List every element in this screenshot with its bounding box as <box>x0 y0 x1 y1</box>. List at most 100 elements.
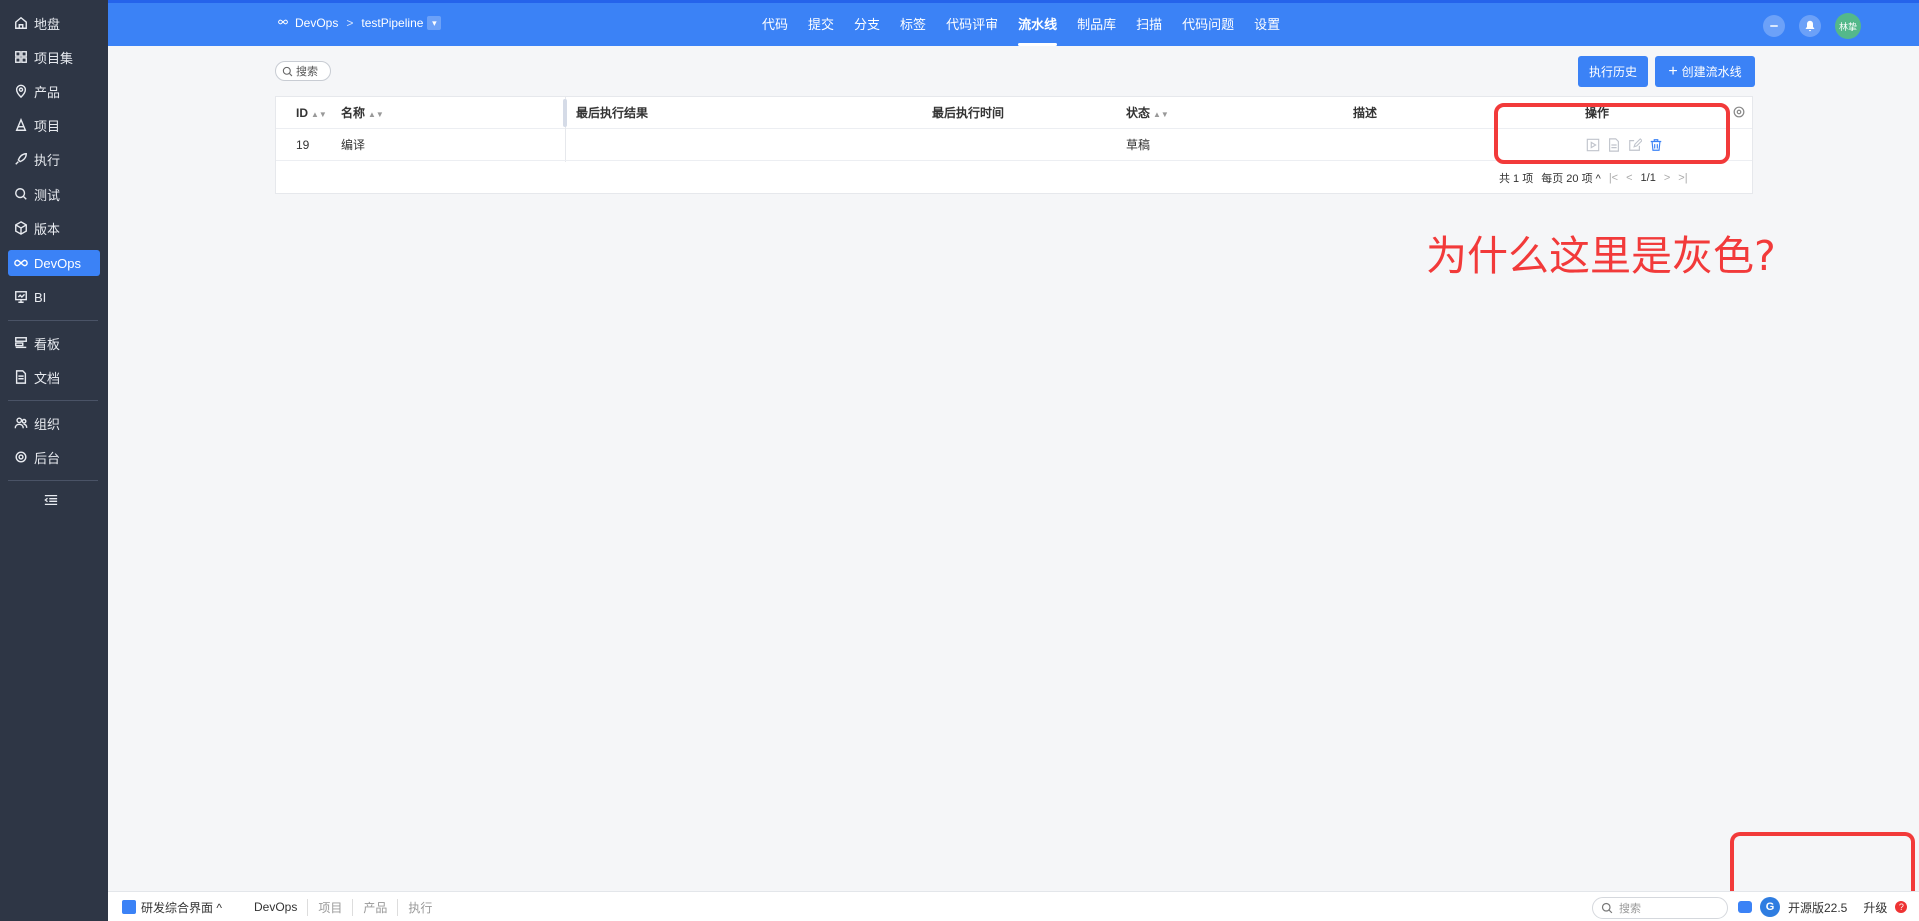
sidebar-collapse-icon[interactable] <box>44 494 62 508</box>
sidebar-item-home[interactable]: 地盘 <box>8 10 100 36</box>
sidebar-item-program[interactable]: 项目集 <box>8 44 100 70</box>
chevron-up-icon: ^ <box>216 900 222 915</box>
footer-breadcrumb: DevOps 项目 产品 执行 <box>244 898 442 916</box>
sidebar-item-org[interactable]: 组织 <box>8 410 100 436</box>
search-icon <box>282 66 293 76</box>
search-icon <box>1601 902 1613 914</box>
breadcrumb-repo[interactable]: testPipeline <box>361 16 423 30</box>
column-header-status[interactable]: 状态 ▲▼ <box>1126 97 1169 131</box>
infinity-icon <box>276 16 290 30</box>
sort-icon: ▲▼ <box>311 110 327 119</box>
sidebar-item-doc[interactable]: 文档 <box>8 364 100 390</box>
cube-icon <box>14 221 28 235</box>
create-pipeline-label: 创建流水线 <box>1681 65 1742 79</box>
sidebar-item-label: 测试 <box>34 187 61 203</box>
tab-pipeline[interactable]: 流水线 <box>1008 3 1067 46</box>
footer-left: 研发综合界面 ^ DevOps 项目 产品 执行 <box>122 892 442 921</box>
tab-commits[interactable]: 提交 <box>798 3 844 46</box>
sidebar-divider <box>8 400 98 401</box>
sidebar-item-kanban[interactable]: 看板 <box>8 330 100 356</box>
sidebar-item-label: 地盘 <box>34 16 61 32</box>
sidebar-divider <box>8 320 98 321</box>
upgrade-link[interactable]: 升级 <box>1863 899 1887 916</box>
gear-icon <box>14 450 28 464</box>
help-icon[interactable]: ? <box>1895 901 1908 913</box>
bell-icon[interactable] <box>1799 15 1821 37</box>
sidebar-item-label: 项目 <box>34 118 61 134</box>
sidebar-item-label: 看板 <box>34 336 61 352</box>
create-pipeline-button[interactable]: + 创建流水线 <box>1655 56 1755 87</box>
execution-history-button[interactable]: 执行历史 <box>1578 56 1648 87</box>
project-icon <box>14 117 28 132</box>
page-indicator: 1/1 <box>1640 172 1656 184</box>
module-tabs: 代码 提交 分支 标签 代码评审 流水线 制品库 扫描 代码问题 设置 <box>752 3 1290 46</box>
avatar[interactable]: 林挚 <box>1835 13 1861 39</box>
column-resize-handle[interactable] <box>563 99 567 127</box>
footer-app-switcher[interactable]: 研发综合界面 ^ <box>141 899 222 916</box>
home-icon <box>14 16 28 30</box>
infinity-icon <box>14 256 28 270</box>
pagination: 共 1 项 每页 20 项 ^ |< < 1/1 > >| <box>1499 163 1688 193</box>
sidebar: 地盘 项目集 产品 项目 执行 测试 版本 DevOps BI 看板 文档 组织… <box>0 0 108 921</box>
last-page-icon[interactable]: >| <box>1678 172 1687 184</box>
pagination-total: 共 1 项 <box>1499 173 1534 185</box>
footer-crumb-devops[interactable]: DevOps <box>244 900 307 914</box>
footer-crumb-project[interactable]: 项目 <box>307 898 352 916</box>
tab-settings[interactable]: 设置 <box>1244 3 1290 46</box>
column-header-id[interactable]: ID ▲▼ <box>296 97 327 131</box>
footer-crumb-execution[interactable]: 执行 <box>397 898 442 916</box>
sidebar-item-devops[interactable]: DevOps <box>8 250 100 276</box>
sidebar-item-label: 产品 <box>34 84 61 100</box>
column-header-last-result: 最后执行结果 <box>576 106 649 120</box>
breadcrumb-separator: > <box>346 16 354 30</box>
pagination-per-page[interactable]: 每页 20 项 ^ <box>1541 170 1601 186</box>
column-header-last-time: 最后执行时间 <box>932 106 1005 120</box>
first-page-icon[interactable]: |< <box>1609 172 1618 184</box>
version-label[interactable]: 开源版22.5 <box>1788 899 1847 916</box>
cell-status: 草稿 <box>1126 138 1151 152</box>
chevron-down-icon[interactable]: ▾ <box>427 16 442 30</box>
chat-icon[interactable] <box>1738 901 1752 913</box>
search-label: 搜索 <box>296 66 318 78</box>
sidebar-item-label: BI <box>34 289 47 305</box>
annotation-box-actions <box>1494 103 1730 164</box>
gear-icon[interactable] <box>1732 105 1746 119</box>
column-header-name[interactable]: 名称 ▲▼ <box>341 97 384 131</box>
breadcrumb-devops[interactable]: DevOps <box>295 16 338 30</box>
presentation-icon <box>14 290 28 304</box>
people-icon <box>14 416 28 430</box>
prev-page-icon[interactable]: < <box>1626 172 1632 184</box>
tab-artifacts[interactable]: 制品库 <box>1067 3 1126 46</box>
sidebar-item-product[interactable]: 产品 <box>8 78 100 104</box>
next-page-icon[interactable]: > <box>1664 172 1670 184</box>
tab-branches[interactable]: 分支 <box>844 3 890 46</box>
tab-scan[interactable]: 扫描 <box>1126 3 1172 46</box>
footer-search-placeholder: 搜索 <box>1619 903 1641 915</box>
footer-crumb-product[interactable]: 产品 <box>352 898 397 916</box>
sidebar-item-test[interactable]: 测试 <box>8 181 100 207</box>
tab-code-issues[interactable]: 代码问题 <box>1172 3 1244 46</box>
rocket-icon <box>14 152 28 166</box>
add-icon[interactable] <box>1763 15 1785 37</box>
sidebar-item-label: DevOps <box>34 255 81 271</box>
footer-search-input[interactable]: 搜索 <box>1592 897 1728 919</box>
sort-icon: ▲▼ <box>368 110 384 119</box>
kanban-icon <box>14 336 28 350</box>
footer-bar: 研发综合界面 ^ DevOps 项目 产品 执行 搜索 G 开源版22.5 升级… <box>108 891 1919 921</box>
sidebar-item-admin[interactable]: 后台 <box>8 444 100 470</box>
sort-icon: ▲▼ <box>1153 110 1169 119</box>
sidebar-item-bi[interactable]: BI <box>8 284 100 310</box>
sidebar-item-execution[interactable]: 执行 <box>8 146 100 172</box>
annotation-text: 为什么这里是灰色? <box>1426 232 1776 280</box>
tab-code-review[interactable]: 代码评审 <box>936 3 1008 46</box>
sidebar-item-label: 版本 <box>34 221 61 237</box>
sidebar-item-project[interactable]: 项目 <box>8 112 100 138</box>
cell-name[interactable]: 编译 <box>341 129 365 161</box>
search-button[interactable]: 搜索 <box>275 61 331 81</box>
tab-code[interactable]: 代码 <box>752 3 798 46</box>
tab-tags[interactable]: 标签 <box>890 3 936 46</box>
sidebar-item-release[interactable]: 版本 <box>8 215 100 241</box>
sidebar-item-label: 文档 <box>34 370 61 386</box>
sidebar-divider <box>8 480 98 481</box>
document-icon <box>14 370 28 384</box>
